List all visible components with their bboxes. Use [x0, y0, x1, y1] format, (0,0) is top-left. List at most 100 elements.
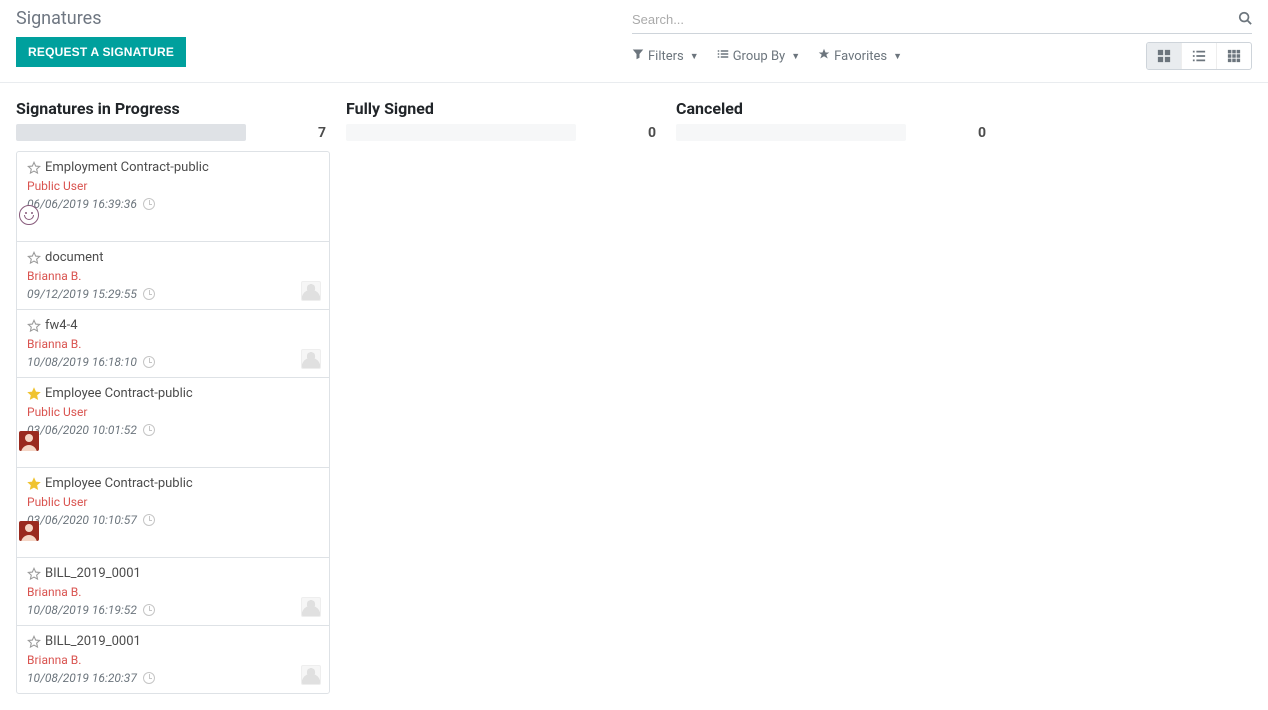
kanban-card[interactable]: Employment Contract-public Public User 06/…: [17, 152, 329, 242]
kanban-card[interactable]: BILL_2019_0001 Brianna B. 10/08/2019 16:20…: [17, 626, 329, 693]
column-progress-bar: [16, 124, 246, 141]
card-title-row: Employee Contract-public: [27, 386, 319, 401]
card-title: document: [45, 250, 103, 265]
clock-icon[interactable]: [143, 288, 155, 300]
card-date: 06/06/2019 16:39:36: [27, 197, 137, 211]
kanban-column: Signatures in Progress 7 Employment Contra…: [16, 99, 346, 694]
chevron-down-icon: ▼: [690, 51, 699, 62]
card-title-row: document: [27, 250, 319, 265]
kanban-board: Signatures in Progress 7 Employment Contra…: [0, 83, 1268, 710]
card-user: Brianna B.: [27, 335, 319, 353]
groupby-label: Group By: [733, 49, 786, 64]
card-title-row: Employment Contract-public: [27, 160, 319, 175]
search-input[interactable]: [632, 8, 1238, 31]
kanban-view-button[interactable]: [1147, 43, 1182, 69]
avatar: [19, 205, 39, 225]
card-title: fw4-4: [45, 318, 78, 333]
card-user: Public User: [27, 177, 319, 195]
card-user: Brianna B.: [27, 267, 319, 285]
column-title[interactable]: Signatures in Progress: [16, 99, 330, 118]
card-title-row: Employee Contract-public: [27, 476, 319, 491]
favorites-label: Favorites: [834, 49, 887, 64]
search-icon[interactable]: [1238, 11, 1252, 29]
column-progress-bar: [346, 124, 576, 141]
search-row: [632, 8, 1252, 34]
card-title-row: BILL_2019_0001: [27, 634, 319, 649]
page-title: Signatures: [16, 8, 186, 29]
card-date: 10/08/2019 16:20:37: [27, 671, 137, 685]
groupby-button[interactable]: Group By ▼: [717, 48, 800, 64]
filter-group: Filters ▼ Group By ▼ Favorites ▼: [632, 48, 902, 64]
card-date: 10/08/2019 16:18:10: [27, 355, 137, 369]
clock-icon[interactable]: [143, 672, 155, 684]
column-title[interactable]: Fully Signed: [346, 99, 660, 118]
card-title-row: BILL_2019_0001: [27, 566, 319, 581]
card-title: BILL_2019_0001: [45, 566, 141, 581]
card-title: Employee Contract-public: [45, 386, 193, 401]
controls-row: Filters ▼ Group By ▼ Favorites ▼: [632, 42, 1252, 78]
card-date-row: 06/06/2019 16:39:36: [27, 197, 319, 211]
column-bar-row: 0: [676, 124, 990, 141]
avatar: [301, 597, 321, 617]
card-title: Employee Contract-public: [45, 476, 193, 491]
filters-button[interactable]: Filters ▼: [632, 48, 699, 64]
card-user: Public User: [27, 493, 319, 511]
card-user: Brianna B.: [27, 651, 319, 669]
column-bar-row: 7: [16, 124, 330, 141]
clock-icon[interactable]: [143, 424, 155, 436]
chevron-down-icon: ▼: [791, 51, 800, 62]
card-user: Brianna B.: [27, 583, 319, 601]
card-date: 10/08/2019 16:19:52: [27, 603, 137, 617]
card-date: 09/12/2019 15:29:55: [27, 287, 137, 301]
view-switcher: [1146, 42, 1252, 70]
card-date-row: 09/12/2019 15:29:55: [27, 287, 319, 301]
star-icon[interactable]: [27, 477, 41, 491]
star-icon: [818, 48, 830, 64]
grid-view-button[interactable]: [1217, 43, 1251, 69]
card-title: BILL_2019_0001: [45, 634, 141, 649]
star-icon[interactable]: [27, 161, 41, 175]
card-date-row: 03/06/2020 10:01:52: [27, 423, 319, 437]
card-title: Employment Contract-public: [45, 160, 209, 175]
kanban-column: Fully Signed 0: [346, 99, 676, 694]
column-title[interactable]: Canceled: [676, 99, 990, 118]
clock-icon[interactable]: [143, 198, 155, 210]
card-title-row: fw4-4: [27, 318, 319, 333]
favorites-button[interactable]: Favorites ▼: [818, 48, 902, 64]
avatar: [19, 431, 39, 451]
column-bar-row: 0: [346, 124, 660, 141]
star-icon[interactable]: [27, 251, 41, 265]
kanban-card[interactable]: Employee Contract-public Public User 03/06…: [17, 468, 329, 558]
star-icon[interactable]: [27, 567, 41, 581]
column-count: 0: [648, 125, 660, 141]
kanban-card[interactable]: document Brianna B. 09/12/2019 15:29:55: [17, 242, 329, 310]
card-date: 03/06/2020 10:01:52: [27, 423, 137, 437]
card-list: Employment Contract-public Public User 06/…: [16, 151, 330, 694]
star-icon[interactable]: [27, 635, 41, 649]
avatar: [301, 281, 321, 301]
clock-icon[interactable]: [143, 356, 155, 368]
avatar: [19, 521, 39, 541]
funnel-icon: [632, 48, 644, 64]
clock-icon[interactable]: [143, 514, 155, 526]
card-date-row: 03/06/2020 10:10:57: [27, 513, 319, 527]
star-icon[interactable]: [27, 387, 41, 401]
card-user: Public User: [27, 403, 319, 421]
list-icon: [717, 48, 729, 64]
kanban-column: Canceled 0: [676, 99, 1006, 694]
avatar: [301, 665, 321, 685]
card-date-row: 10/08/2019 16:19:52: [27, 603, 319, 617]
clock-icon[interactable]: [143, 604, 155, 616]
filters-label: Filters: [648, 49, 684, 64]
card-date-row: 10/08/2019 16:20:37: [27, 671, 319, 685]
column-count: 7: [318, 125, 330, 141]
kanban-card[interactable]: fw4-4 Brianna B. 10/08/2019 16:18:10: [17, 310, 329, 378]
header-left: Signatures REQUEST A SIGNATURE: [16, 8, 186, 78]
avatar: [301, 349, 321, 369]
kanban-card[interactable]: Employee Contract-public Public User 03/06…: [17, 378, 329, 468]
request-signature-button[interactable]: REQUEST A SIGNATURE: [16, 37, 186, 67]
kanban-card[interactable]: BILL_2019_0001 Brianna B. 10/08/2019 16:19…: [17, 558, 329, 626]
column-count: 0: [978, 125, 990, 141]
list-view-button[interactable]: [1182, 43, 1217, 69]
star-icon[interactable]: [27, 319, 41, 333]
